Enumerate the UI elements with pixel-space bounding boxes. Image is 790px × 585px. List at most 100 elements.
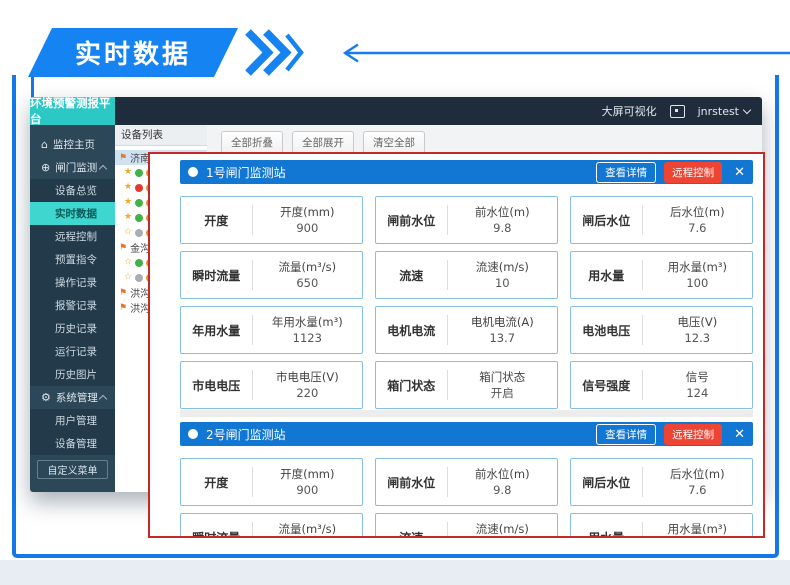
metric-unit: 电压(V) [677,314,717,330]
star-icon[interactable]: ☆ [124,273,132,282]
station-title: 2号闸门监测站 [206,426,286,443]
metric-unit: 流速(m/s) [476,521,529,537]
page: 实时数据 环境预警测报平台 大屏可视化 jnrstest [0,0,790,585]
sidebar-item[interactable]: 报警记录 [30,294,115,317]
device-list-title: 设备列表 [115,125,207,146]
metric-card: 开度 开度(mm) 900 [180,458,363,506]
chevron-up-icon [99,395,107,403]
station-header: 2号闸门监测站 查看详情 远程控制 ✕ [180,422,753,446]
status-dot-icon [135,229,143,237]
metric-name: 流速 [376,514,447,538]
sidebar-item[interactable]: 预置指令 [30,248,115,271]
star-icon[interactable]: ☆ [124,228,132,237]
sidebar-item[interactable]: 历史图片 [30,363,115,386]
custom-menu-button[interactable]: 自定义菜单 [37,460,108,479]
close-icon[interactable]: ✕ [734,165,745,180]
sidebar: ⌂ 监控主页 ⊕ 闸门监测 设备总览 实时数据 远程控制 预置指令 操作记录 报… [30,125,115,492]
metric-reading: 前水位(m) 9.8 [448,197,557,243]
metric-name: 用水量 [571,514,642,538]
star-icon[interactable]: ★ [124,168,132,177]
metric-name: 流速 [376,252,447,298]
view-details-button[interactable]: 查看详情 [596,424,656,445]
sidebar-item-label: 预置指令 [55,252,97,267]
metric-unit: 电机电流(A) [471,314,534,330]
metric-unit: 开度(mm) [280,204,334,220]
app-logo: 环境预警测报平台 [30,97,115,125]
message-icon[interactable] [670,105,685,118]
close-icon[interactable]: ✕ [734,427,745,442]
metric-value: 10 [495,537,510,538]
metric-unit: 信号 [686,369,709,385]
sidebar-item[interactable]: 历史记录 [30,317,115,340]
station-actions: 查看详情 远程控制 ✕ [596,162,745,183]
sidebar-item-label: 设备管理 [55,436,97,451]
panel-separator [180,410,753,417]
star-icon[interactable]: ☆ [124,258,132,267]
remote-control-button[interactable]: 远程控制 [664,162,722,183]
sidebar-item[interactable]: 实时数据 [30,202,115,225]
flag-icon [119,242,127,253]
metric-unit: 流量(m³/s) [278,259,336,275]
metric-unit: 市电电压(V) [276,369,339,385]
metric-name: 瞬时流量 [181,514,252,538]
sidebar-item-label: 监控主页 [53,137,95,152]
metric-reading: 流速(m/s) 10 [448,252,557,298]
star-icon[interactable]: ★ [124,198,132,207]
status-circle-icon [188,429,198,439]
metric-card-grid: 开度 开度(mm) 900 闸前水位 前水位(m) 9.8 闸后水位 后水位(m… [180,458,753,538]
metric-card: 电机电流 电机电流(A) 13.7 [375,306,558,354]
sidebar-item[interactable]: 用户管理 [30,409,115,432]
sidebar-item[interactable]: 设备管理 [30,432,115,455]
sidebar-item[interactable]: ⚙ 系统管理 [30,386,115,409]
gear-icon: ⚙ [41,392,51,403]
home-icon: ⌂ [41,139,48,150]
metric-unit: 开度(mm) [280,466,334,482]
sidebar-item-label: 操作记录 [55,275,97,290]
metric-unit: 年用水量(m³) [272,314,343,330]
sidebar-item[interactable]: 远程控制 [30,225,115,248]
metric-name: 闸后水位 [571,197,642,243]
metric-name: 电池电压 [571,307,642,353]
sidebar-item[interactable]: 设备总览 [30,179,115,202]
sidebar-item[interactable]: ⌂ 监控主页 [30,133,115,156]
fullscreen-visualization-link[interactable]: 大屏可视化 [602,103,657,119]
app-header: 环境预警测报平台 大屏可视化 jnrstest [30,97,762,125]
metric-value: 7.6 [688,220,706,236]
toolbar-button[interactable]: 全部展开 [292,131,354,154]
metric-card: 开度 开度(mm) 900 [180,196,363,244]
metric-card: 闸后水位 后水位(m) 7.6 [570,458,753,506]
sidebar-item[interactable]: 操作记录 [30,271,115,294]
metric-name: 箱门状态 [376,362,447,408]
user-menu[interactable]: jnrstest [698,105,750,118]
toolbar-button[interactable]: 全部折叠 [221,131,283,154]
page-title: 实时数据 [28,28,238,77]
left-arrow-icon [330,42,790,68]
metric-card: 箱门状态 箱门状态 开启 [375,361,558,409]
metric-reading: 用水量(m³) 100 [643,252,752,298]
metric-card: 闸后水位 后水位(m) 7.6 [570,196,753,244]
metric-unit: 流量(m³/s) [278,521,336,537]
status-dot-icon [135,169,143,177]
sidebar-item-label: 历史记录 [55,321,97,336]
sidebar-item[interactable]: ⊕ 闸门监测 [30,156,115,179]
remote-control-button[interactable]: 远程控制 [664,424,722,445]
chevron-down-icon [743,105,751,113]
star-icon[interactable]: ★ [124,183,132,192]
station-panel: 2号闸门监测站 查看详情 远程控制 ✕ 开度 开度(mm) 900 闸前水位 前… [180,422,753,538]
sidebar-item[interactable]: 运行记录 [30,340,115,363]
metric-card: 用水量 用水量(m³) 100 [570,513,753,538]
metric-name: 闸后水位 [571,459,642,505]
toolbar-button[interactable]: 清空全部 [363,131,425,154]
sidebar-item-label: 闸门监测 [55,160,97,175]
station-title: 1号闸门监测站 [206,164,286,181]
metric-unit: 用水量(m³) [668,521,727,537]
star-icon[interactable]: ★ [124,213,132,222]
metric-card: 市电电压 市电电压(V) 220 [180,361,363,409]
sidebar-menu: ⌂ 监控主页 ⊕ 闸门监测 设备总览 实时数据 远程控制 预置指令 操作记录 报… [30,125,115,455]
chevrons-icon [243,29,305,80]
metric-name: 信号强度 [571,362,642,408]
metric-name: 市电电压 [181,362,252,408]
metric-card: 电池电压 电压(V) 12.3 [570,306,753,354]
metric-name: 用水量 [571,252,642,298]
view-details-button[interactable]: 查看详情 [596,162,656,183]
